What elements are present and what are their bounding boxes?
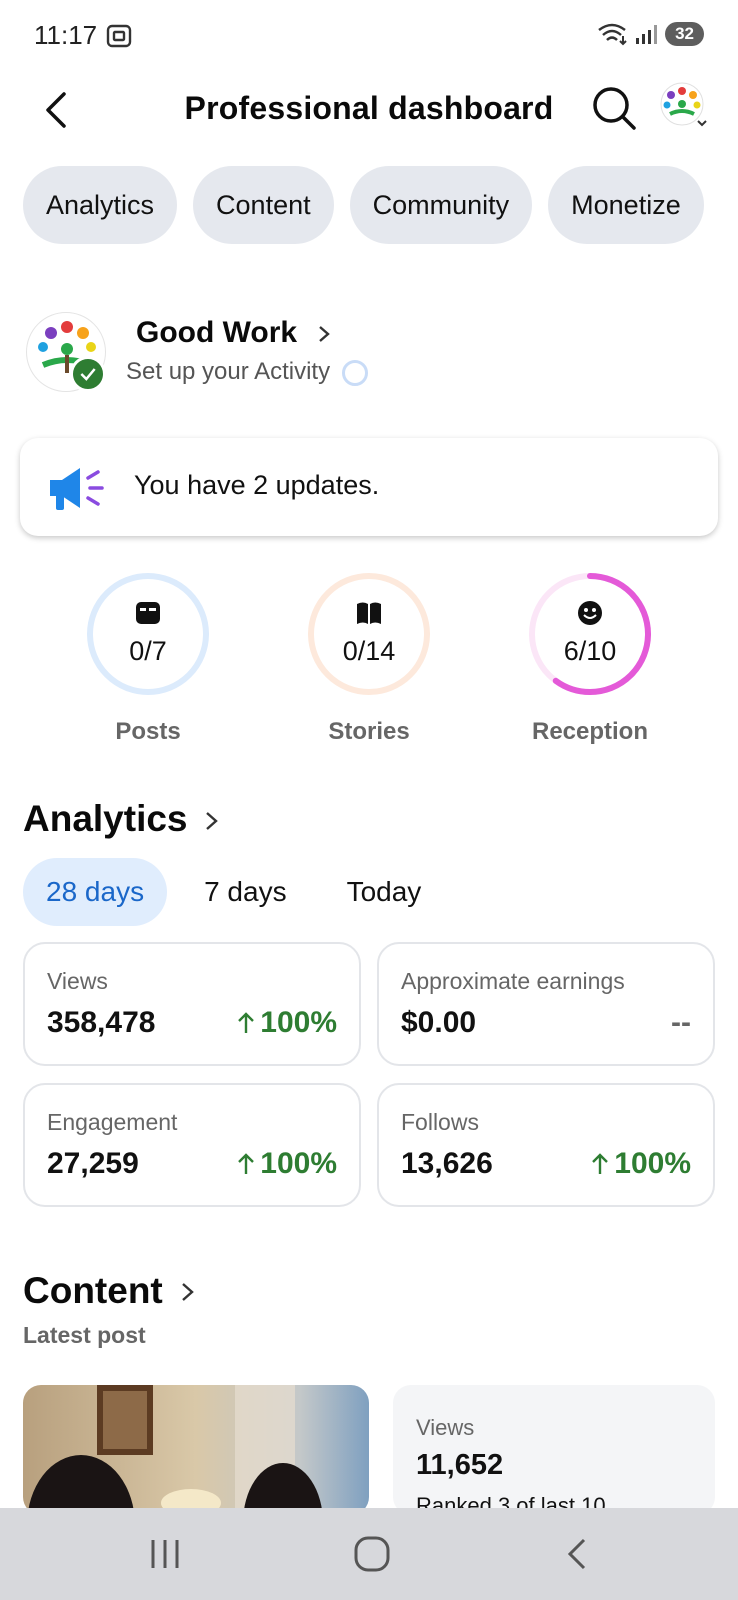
- book-icon: [357, 602, 381, 624]
- tab-content[interactable]: Content: [193, 166, 334, 244]
- metric-label: Views: [47, 968, 108, 994]
- post-image: [23, 1385, 369, 1515]
- metric-change: --: [671, 1006, 691, 1040]
- goal-reception[interactable]: 6/10 Reception: [490, 570, 690, 750]
- metric-change-text: 100%: [260, 1006, 337, 1039]
- metric-value: $0.00: [401, 1006, 477, 1039]
- up-arrow-icon: [238, 1153, 255, 1174]
- updates-card[interactable]: You have 2 updates.: [20, 438, 718, 536]
- profile-name[interactable]: Good Work: [136, 316, 297, 350]
- header: Professional dashboard: [0, 72, 738, 152]
- metric-value: 27,259: [47, 1147, 139, 1180]
- status-right: 32: [597, 22, 704, 46]
- metric-card-views[interactable]: Views 358,478 100%: [23, 942, 361, 1066]
- home-icon[interactable]: [352, 1534, 392, 1574]
- goal-stories[interactable]: 0/14 Stories: [269, 570, 469, 750]
- metric-change-text: --: [671, 1006, 691, 1039]
- profile-row[interactable]: Good Work Set up your Activity: [26, 312, 716, 392]
- latest-post-stats[interactable]: Views 11,652 Ranked 3 of last 10: [393, 1385, 715, 1518]
- goal-label: Stories: [328, 718, 410, 745]
- range-today[interactable]: Today: [324, 858, 445, 926]
- smiley-icon: [578, 601, 602, 625]
- chevron-right-icon[interactable]: [176, 1281, 198, 1303]
- tab-analytics[interactable]: Analytics: [23, 166, 178, 244]
- analytics-heading[interactable]: Analytics: [23, 798, 188, 840]
- metric-value: 13,626: [401, 1147, 493, 1180]
- post-views-value: 11,652: [416, 1449, 504, 1481]
- range-28-days[interactable]: 28 days: [23, 858, 168, 926]
- recent-apps-icon[interactable]: [145, 1534, 185, 1574]
- goal-label: Posts: [115, 718, 181, 745]
- metric-card-earnings[interactable]: Approximate earnings $0.00 --: [377, 942, 715, 1066]
- progress-ring: [87, 573, 209, 695]
- metric-card-engagement[interactable]: Engagement 27,259 100%: [23, 1083, 361, 1207]
- metric-value: 358,478: [47, 1006, 156, 1039]
- goal-value: 0/14: [342, 636, 396, 666]
- search-icon[interactable]: [590, 84, 638, 132]
- wifi-icon: [598, 23, 627, 46]
- content-heading[interactable]: Content: [23, 1270, 163, 1312]
- tab-community[interactable]: Community: [349, 166, 533, 244]
- metric-label: Approximate earnings: [401, 968, 625, 994]
- metric-card-follows[interactable]: Follows 13,626 100%: [377, 1083, 715, 1207]
- metric-change: 100%: [236, 1147, 337, 1181]
- metric-label: Engagement: [47, 1109, 178, 1135]
- latest-post-thumbnail[interactable]: [23, 1385, 369, 1515]
- updates-text: You have 2 updates.: [134, 470, 380, 500]
- chevron-right-icon: [319, 326, 330, 342]
- metric-change-text: 100%: [614, 1147, 691, 1180]
- date-range-selector: 28 days 7 days Today: [23, 858, 458, 926]
- metric-change: 100%: [236, 1006, 337, 1040]
- loading-spinner-icon: [342, 360, 368, 386]
- nav-back-icon[interactable]: [558, 1534, 598, 1574]
- up-arrow-icon: [592, 1153, 609, 1174]
- posts-icon: [136, 602, 160, 624]
- goal-posts[interactable]: 0/7 Posts: [48, 570, 248, 750]
- metric-change: 100%: [590, 1147, 691, 1181]
- chevron-right-icon[interactable]: [200, 810, 222, 832]
- system-nav-bar: [0, 1508, 738, 1600]
- goal-value: 6/10: [563, 636, 617, 666]
- up-arrow-icon: [238, 1012, 255, 1033]
- screenshot-icon: [106, 24, 132, 48]
- avatar-dropdown[interactable]: [660, 82, 710, 132]
- signal-icon: [636, 25, 658, 44]
- post-views-label: Views: [416, 1415, 475, 1440]
- goal-value: 0/7: [129, 636, 167, 666]
- profile-subtitle: Set up your Activity: [126, 358, 331, 385]
- range-7-days[interactable]: 7 days: [181, 858, 310, 926]
- tab-monetize[interactable]: Monetize: [548, 166, 704, 244]
- verified-check-icon: [70, 356, 106, 392]
- metric-change-text: 100%: [260, 1147, 337, 1180]
- tab-bar: Analytics Content Community Monetize: [23, 166, 704, 244]
- battery-icon: 32: [665, 22, 704, 46]
- latest-post-label: Latest post: [23, 1322, 146, 1348]
- status-time: 11:17: [34, 20, 98, 50]
- progress-ring: [308, 573, 430, 695]
- goal-label: Reception: [531, 718, 648, 745]
- megaphone-icon: [50, 468, 104, 510]
- progress-ring: [529, 573, 651, 695]
- metric-label: Follows: [401, 1109, 479, 1135]
- status-bar: 11:17 32: [0, 0, 738, 72]
